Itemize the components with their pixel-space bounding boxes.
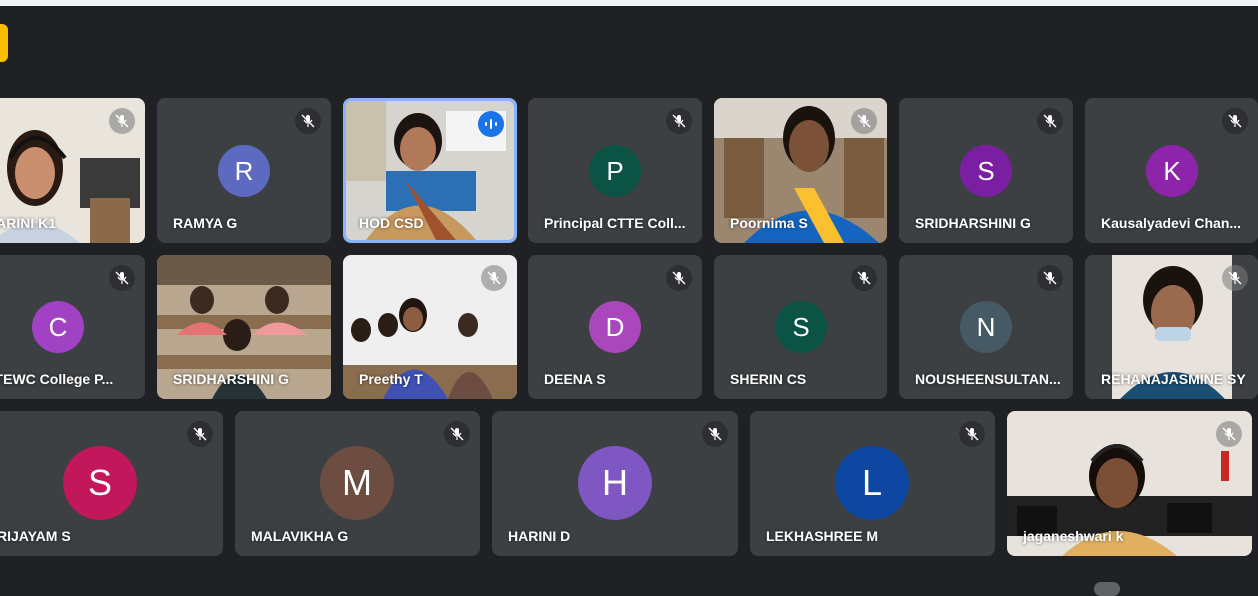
participant-tile[interactable]: S RIJAYAM S <box>0 411 223 556</box>
participant-tile[interactable]: C TTEWC College P... <box>0 255 145 399</box>
mic-off-icon <box>444 421 470 447</box>
participant-name: HOD CSD <box>359 215 424 231</box>
mic-off-icon <box>109 265 135 291</box>
participant-tile[interactable]: S SHERIN CS <box>714 255 887 399</box>
top-bar <box>0 0 1258 6</box>
avatar: C <box>32 301 84 353</box>
participant-tile[interactable]: Poornima S <box>714 98 887 243</box>
avatar: R <box>218 145 270 197</box>
participant-name: DEENA S <box>544 371 606 387</box>
participant-name: jaganeshwari k <box>1023 528 1124 544</box>
participant-name: Preethy T <box>359 371 423 387</box>
participant-name: SHERIN CS <box>730 371 807 387</box>
participant-tile[interactable]: H HARINI D <box>492 411 738 556</box>
participant-name: SRIDHARSHINI G <box>915 215 1031 231</box>
participant-tile-speaking[interactable]: HOD CSD <box>343 98 517 243</box>
participant-name: RIJAYAM S <box>0 528 71 544</box>
mic-off-icon <box>702 421 728 447</box>
participant-tile[interactable]: P Principal CTTE Coll... <box>528 98 702 243</box>
mic-off-icon <box>295 108 321 134</box>
avatar: S <box>63 446 137 520</box>
participant-tile[interactable]: R RAMYA G <box>157 98 331 243</box>
participant-name: Poornima S <box>730 215 808 231</box>
mic-off-icon <box>851 108 877 134</box>
participant-tile[interactable]: N NOUSHEENSULTAN... <box>899 255 1073 399</box>
avatar: S <box>960 145 1012 197</box>
participant-name: TTEWC College P... <box>0 371 114 387</box>
participant-name: HARINI K1 <box>0 215 57 231</box>
participant-tile[interactable]: jaganeshwari k <box>1007 411 1252 556</box>
avatar: H <box>578 446 652 520</box>
avatar: D <box>589 301 641 353</box>
participant-tile[interactable]: HARINI K1 <box>0 98 145 243</box>
mic-off-icon <box>959 421 985 447</box>
mic-off-icon <box>1216 421 1242 447</box>
avatar: K <box>1146 145 1198 197</box>
participant-tile[interactable]: K Kausalyadevi Chan... <box>1085 98 1258 243</box>
participant-tile[interactable]: L LEKHASHREE M <box>750 411 995 556</box>
participant-name: RAMYA G <box>173 215 238 231</box>
activity-tab[interactable] <box>0 24 8 62</box>
participant-name: HARINI D <box>508 528 571 544</box>
participant-tile[interactable]: Preethy T <box>343 255 517 399</box>
mic-off-icon <box>1037 108 1063 134</box>
participant-name: Principal CTTE Coll... <box>544 215 686 231</box>
mic-off-icon <box>187 421 213 447</box>
avatar: P <box>589 145 641 197</box>
avatar: L <box>835 446 909 520</box>
participant-tile[interactable]: REHANAJASMINE SY <box>1085 255 1258 399</box>
mic-off-icon <box>109 108 135 134</box>
participant-tile[interactable]: M MALAVIKHA G <box>235 411 480 556</box>
mic-off-icon <box>481 265 507 291</box>
mic-off-icon <box>1037 265 1063 291</box>
audio-wave-icon <box>478 111 504 137</box>
participant-name: NOUSHEENSULTAN... <box>915 371 1061 387</box>
participant-name: MALAVIKHA G <box>251 528 349 544</box>
participant-name: Kausalyadevi Chan... <box>1101 215 1242 231</box>
participant-name: LEKHASHREE M <box>766 528 879 544</box>
more-participants-indicator[interactable] <box>1094 582 1120 596</box>
participant-name: REHANAJASMINE SY <box>1101 371 1246 387</box>
mic-off-icon <box>1222 108 1248 134</box>
participant-tile[interactable]: SRIDHARSHINI G <box>157 255 331 399</box>
mic-off-icon <box>851 265 877 291</box>
mic-off-icon <box>666 265 692 291</box>
mic-off-icon <box>1222 265 1248 291</box>
participant-name: SRIDHARSHINI G <box>173 371 289 387</box>
avatar: M <box>320 446 394 520</box>
avatar: S <box>775 301 827 353</box>
participant-tile[interactable]: S SRIDHARSHINI G <box>899 98 1073 243</box>
mic-off-icon <box>666 108 692 134</box>
avatar: N <box>960 301 1012 353</box>
participant-tile[interactable]: D DEENA S <box>528 255 702 399</box>
